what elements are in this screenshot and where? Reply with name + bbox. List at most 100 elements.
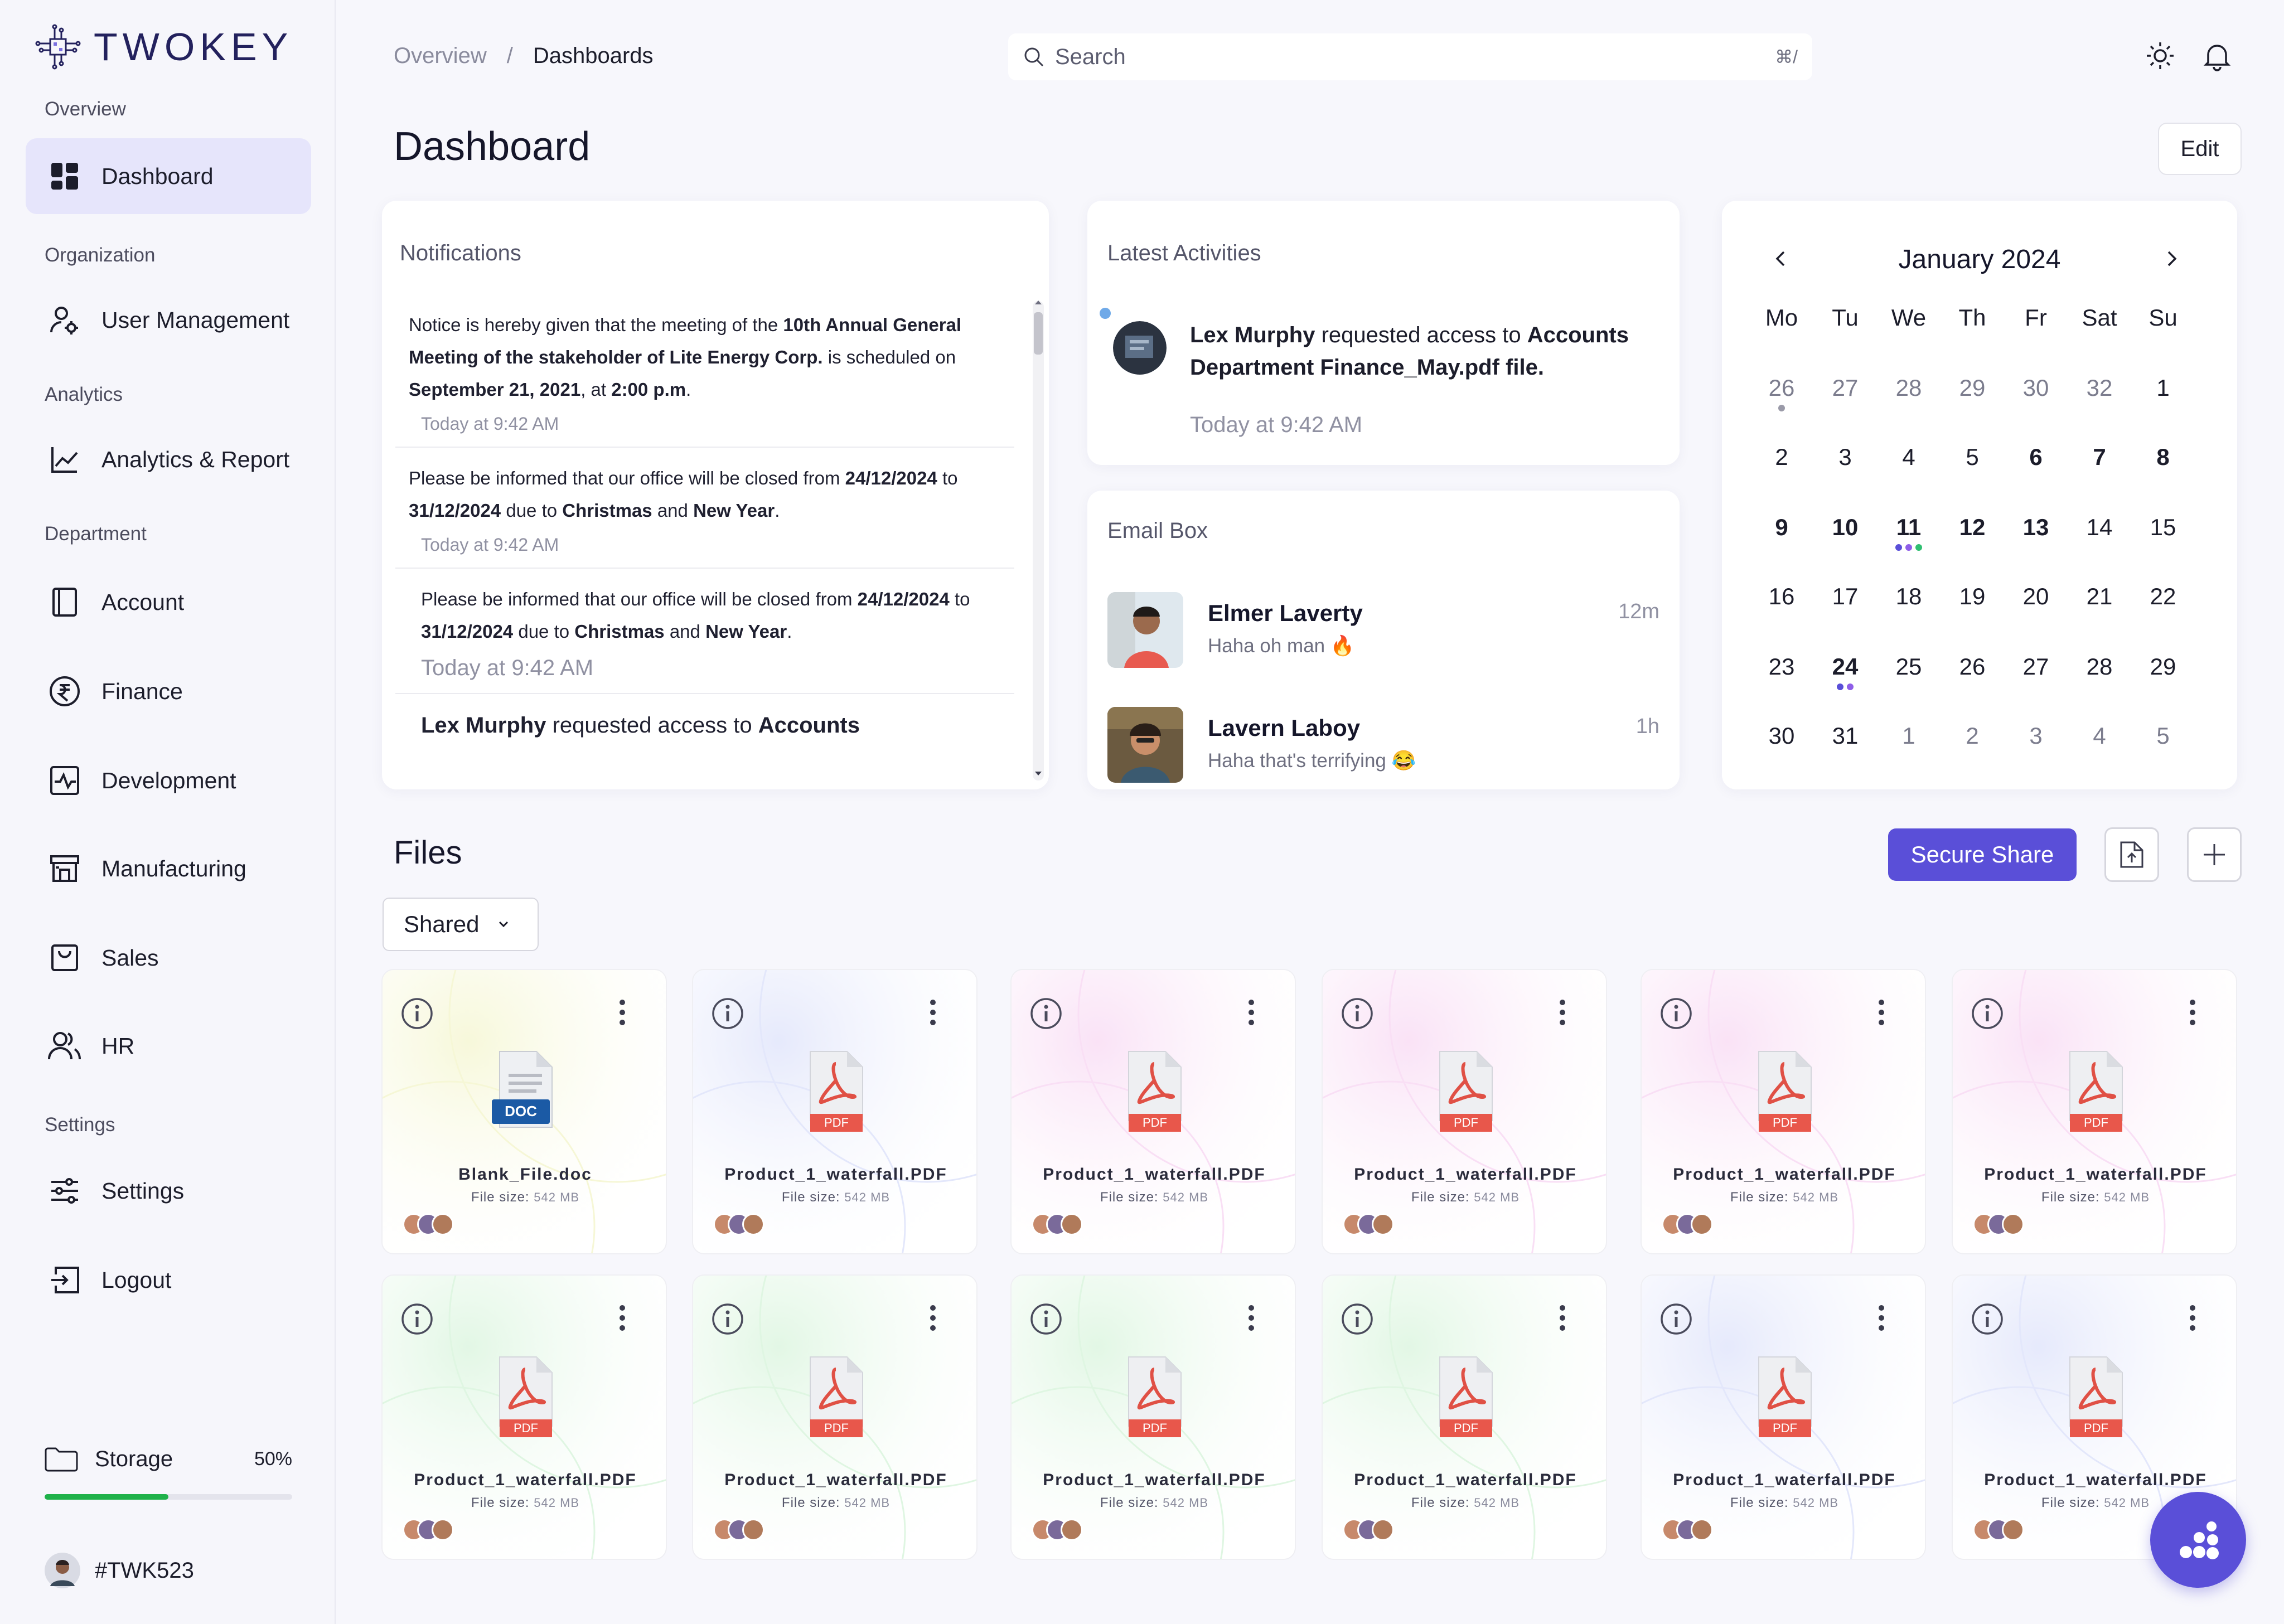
file-menu-button[interactable] bbox=[616, 1301, 629, 1335]
file-info-button[interactable] bbox=[400, 1302, 434, 1336]
calendar-day[interactable]: 31 bbox=[1813, 719, 1877, 775]
notification-item[interactable]: Lex Murphy requested access to Accounts bbox=[395, 694, 1014, 754]
calendar-day[interactable]: 21 bbox=[2068, 580, 2131, 636]
notification-item[interactable]: Please be informed that our office will … bbox=[395, 569, 1014, 694]
sidebar-item-analytics-report[interactable]: Analytics & Report bbox=[26, 421, 311, 497]
calendar-day[interactable]: 3 bbox=[1813, 440, 1877, 496]
calendar-day[interactable]: 25 bbox=[1877, 650, 1941, 706]
sidebar-item-user-management[interactable]: User Management bbox=[26, 282, 311, 358]
calendar-day[interactable]: 10 bbox=[1813, 511, 1877, 566]
sidebar-item-manufacturing[interactable]: Manufacturing bbox=[26, 831, 311, 906]
file-card[interactable]: PDF Product_1_waterfall.PDF File size: 5… bbox=[1641, 1274, 1926, 1560]
calendar-day[interactable]: 23 bbox=[1750, 650, 1813, 706]
user-profile[interactable]: #TWK523 bbox=[45, 1553, 194, 1588]
calendar-day[interactable]: 29 bbox=[1941, 371, 2004, 427]
calendar-day[interactable]: 5 bbox=[1941, 440, 2004, 496]
file-info-button[interactable] bbox=[711, 1302, 744, 1336]
calendar-day[interactable]: 6 bbox=[2004, 440, 2068, 496]
file-menu-button[interactable] bbox=[1556, 996, 1569, 1029]
file-menu-button[interactable] bbox=[2186, 996, 2199, 1029]
calendar-day[interactable]: 2 bbox=[1750, 440, 1813, 496]
calendar-day[interactable]: 4 bbox=[1877, 440, 1941, 496]
file-info-button[interactable] bbox=[1029, 997, 1063, 1030]
file-info-button[interactable] bbox=[1659, 997, 1693, 1030]
file-info-button[interactable] bbox=[1971, 997, 2004, 1030]
calendar-day[interactable]: 30 bbox=[2004, 371, 2068, 427]
file-menu-button[interactable] bbox=[2186, 1301, 2199, 1335]
calendar-day[interactable]: 5 bbox=[2131, 719, 2195, 775]
calendar-day[interactable]: 26 bbox=[1750, 371, 1813, 427]
notification-item[interactable]: Please be informed that our office will … bbox=[395, 448, 1014, 569]
calendar-day[interactable]: 29 bbox=[2131, 650, 2195, 706]
calendar-day[interactable]: 17 bbox=[1813, 580, 1877, 636]
calendar-day[interactable]: 8 bbox=[2131, 440, 2195, 496]
search-input[interactable] bbox=[1055, 44, 1775, 70]
breadcrumb-overview[interactable]: Overview bbox=[394, 43, 487, 69]
calendar-day[interactable]: 14 bbox=[2068, 511, 2131, 566]
file-info-button[interactable] bbox=[1659, 1302, 1693, 1336]
theme-toggle-button[interactable] bbox=[2143, 39, 2177, 72]
activity-text[interactable]: Lex Murphy requested access to Accounts … bbox=[1190, 319, 1653, 384]
file-info-button[interactable] bbox=[1341, 1302, 1374, 1336]
secure-share-button[interactable]: Secure Share bbox=[1888, 828, 2077, 881]
file-card[interactable]: PDF Product_1_waterfall.PDF File size: 5… bbox=[692, 1274, 978, 1560]
calendar-day[interactable]: 30 bbox=[1750, 719, 1813, 775]
calendar-day[interactable]: 1 bbox=[2131, 371, 2195, 427]
calendar-day[interactable]: 11 bbox=[1877, 511, 1941, 566]
calendar-day[interactable]: 32 bbox=[2068, 371, 2131, 427]
calendar-day[interactable]: 9 bbox=[1750, 511, 1813, 566]
calendar-day[interactable]: 3 bbox=[2004, 719, 2068, 775]
file-card[interactable]: PDF Product_1_waterfall.PDF File size: 5… bbox=[692, 969, 978, 1254]
file-card[interactable]: PDF Product_1_waterfall.PDF File size: 5… bbox=[1010, 1274, 1296, 1560]
calendar-day[interactable]: 15 bbox=[2131, 511, 2195, 566]
file-info-button[interactable] bbox=[400, 997, 434, 1030]
calendar-next-button[interactable] bbox=[2160, 248, 2183, 270]
calendar-day[interactable]: 24 bbox=[1813, 650, 1877, 706]
notifications-list[interactable]: Notice is hereby given that the meeting … bbox=[395, 294, 1014, 773]
calendar-day[interactable]: 28 bbox=[1877, 371, 1941, 427]
sidebar-item-hr[interactable]: HR bbox=[26, 1008, 311, 1084]
notification-item[interactable]: Notice is hereby given that the meeting … bbox=[395, 294, 1014, 448]
file-menu-button[interactable] bbox=[926, 996, 940, 1029]
calendar-day[interactable]: 28 bbox=[2068, 650, 2131, 706]
file-menu-button[interactable] bbox=[616, 996, 629, 1029]
file-card[interactable]: DOC Blank_File.doc File size: 542 MB bbox=[381, 969, 667, 1254]
files-filter-dropdown[interactable]: Shared bbox=[383, 898, 539, 951]
calendar-day[interactable]: 2 bbox=[1941, 719, 2004, 775]
calendar-day[interactable]: 20 bbox=[2004, 580, 2068, 636]
file-menu-button[interactable] bbox=[1875, 996, 1888, 1029]
sidebar-item-settings[interactable]: Settings bbox=[26, 1153, 311, 1229]
sidebar-item-finance[interactable]: Finance bbox=[26, 653, 311, 729]
file-card[interactable]: PDF Product_1_waterfall.PDF File size: 5… bbox=[1322, 1274, 1607, 1560]
calendar-day[interactable]: 4 bbox=[2068, 719, 2131, 775]
calendar-day[interactable]: 27 bbox=[2004, 650, 2068, 706]
calendar-day[interactable]: 12 bbox=[1941, 511, 2004, 566]
calendar-day[interactable]: 22 bbox=[2131, 580, 2195, 636]
email-item[interactable]: Elmer Laverty Haha oh man 🔥 12m bbox=[1107, 592, 1659, 668]
sidebar-item-account[interactable]: Account bbox=[26, 564, 311, 640]
scroll-up-icon[interactable] bbox=[1033, 299, 1044, 307]
calendar-day[interactable]: 1 bbox=[1877, 719, 1941, 775]
sidebar-item-sales[interactable]: Sales bbox=[26, 920, 311, 996]
file-card[interactable]: PDF Product_1_waterfall.PDF File size: 5… bbox=[1322, 969, 1607, 1254]
file-menu-button[interactable] bbox=[1875, 1301, 1888, 1335]
scrollbar-thumb[interactable] bbox=[1034, 312, 1043, 355]
file-info-button[interactable] bbox=[711, 997, 744, 1030]
sidebar-item-logout[interactable]: Logout bbox=[26, 1242, 311, 1318]
file-info-button[interactable] bbox=[1971, 1302, 2004, 1336]
file-info-button[interactable] bbox=[1341, 997, 1374, 1030]
file-menu-button[interactable] bbox=[1245, 996, 1258, 1029]
file-menu-button[interactable] bbox=[926, 1301, 940, 1335]
calendar-day[interactable]: 18 bbox=[1877, 580, 1941, 636]
calendar-day[interactable]: 27 bbox=[1813, 371, 1877, 427]
calendar-day[interactable]: 26 bbox=[1941, 650, 2004, 706]
file-menu-button[interactable] bbox=[1556, 1301, 1569, 1335]
upload-file-button[interactable] bbox=[2104, 827, 2159, 882]
apps-fab-button[interactable] bbox=[2150, 1492, 2246, 1588]
file-card[interactable]: PDF Product_1_waterfall.PDF File size: 5… bbox=[1952, 969, 2237, 1254]
search-bar[interactable]: ⌘/ bbox=[1008, 33, 1812, 80]
file-menu-button[interactable] bbox=[1245, 1301, 1258, 1335]
notifications-scrollbar[interactable] bbox=[1033, 301, 1044, 781]
file-card[interactable]: PDF Product_1_waterfall.PDF File size: 5… bbox=[1010, 969, 1296, 1254]
email-item[interactable]: Lavern Laboy Haha that's terrifying 😂 1h bbox=[1107, 707, 1659, 783]
